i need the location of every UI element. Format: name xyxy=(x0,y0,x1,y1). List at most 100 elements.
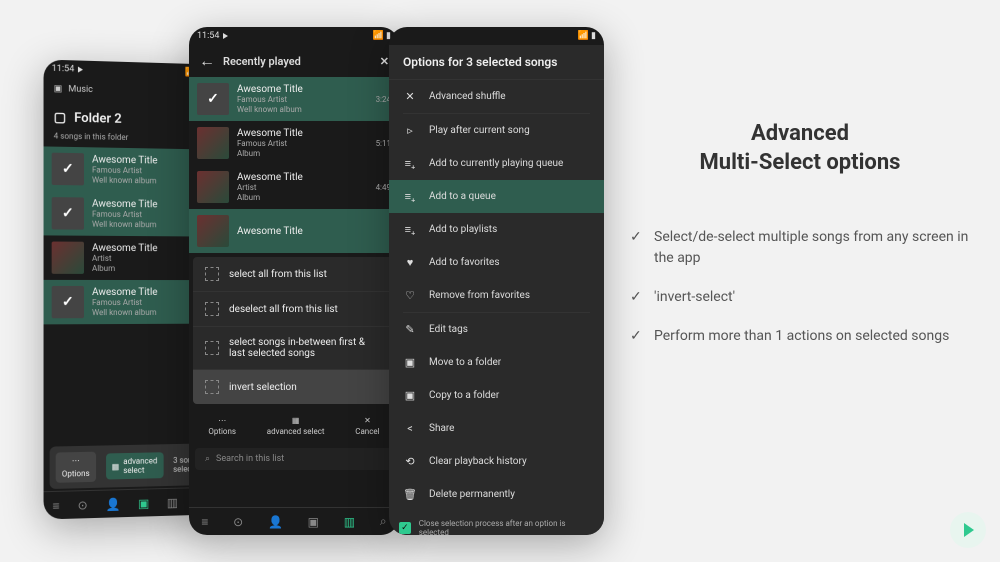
option-label: Clear playback history xyxy=(429,456,527,467)
option-row[interactable]: ≡₊ Add to playlists xyxy=(389,213,604,246)
cancel-button[interactable]: ✕Cancel xyxy=(355,416,379,436)
album-art-icon xyxy=(52,153,84,186)
album-art-icon xyxy=(52,286,84,318)
status-bar: 📶▮ xyxy=(389,27,604,45)
list-item[interactable]: Awesome TitleFamous ArtistWell known alb… xyxy=(44,280,211,324)
select-all-icon xyxy=(205,267,219,281)
checkbox-icon[interactable]: ✓ xyxy=(399,522,411,534)
option-icon: ≡₊ xyxy=(403,190,417,203)
list-item[interactable]: Awesome Title xyxy=(189,209,399,253)
option-row[interactable]: 🗑 Delete permanently xyxy=(389,478,604,511)
search-input[interactable]: ⌕Search in this list xyxy=(195,448,393,470)
album-art-icon xyxy=(197,127,229,159)
advanced-select-button[interactable]: ▦advanced select xyxy=(267,416,325,436)
list-item[interactable]: Awesome TitleArtistAlbum4:49 xyxy=(189,165,399,209)
marketing-panel: Advanced Multi-Select options Select/de-… xyxy=(630,120,970,365)
album-art-icon xyxy=(197,215,229,247)
brand-play-icon xyxy=(950,512,986,548)
status-bar: 11:54 📶▮ xyxy=(189,27,399,45)
option-row[interactable]: ⟲ Clear playback history xyxy=(389,445,604,478)
deselect-all-row[interactable]: deselect all from this list xyxy=(193,292,395,327)
option-label: Move to a folder xyxy=(429,357,501,368)
nav-search-icon[interactable]: ⌕ xyxy=(380,514,387,529)
option-label: Copy to a folder xyxy=(429,390,499,401)
option-label: Advanced shuffle xyxy=(429,91,506,102)
phone-options-panel: 📶▮ Options for 3 selected songs ✕Advance… xyxy=(389,27,604,535)
option-icon: 🗑 xyxy=(403,488,417,501)
option-icon: ✕ xyxy=(403,90,417,103)
option-row[interactable]: ≡₊ Add to currently playing queue xyxy=(389,147,604,180)
shuffle-icon[interactable]: ✕ xyxy=(380,55,389,68)
list-item[interactable]: Awesome TitleFamous ArtistWell known alb… xyxy=(44,191,211,237)
options-panel: Options for 3 selected songs ✕Advanced s… xyxy=(389,45,604,535)
option-label: Delete permanently xyxy=(429,489,515,500)
list-item[interactable]: Awesome TitleFamous ArtistWell known alb… xyxy=(44,146,211,193)
close-after-option-row[interactable]: ✓ Close selection process after an optio… xyxy=(389,511,604,535)
list-item[interactable]: Awesome TitleFamous ArtistWell known alb… xyxy=(189,77,399,121)
select-all-row[interactable]: select all from this list xyxy=(193,257,395,292)
option-label: Add to favorites xyxy=(429,257,500,268)
album-art-icon xyxy=(197,83,229,115)
option-icon: < xyxy=(403,422,417,435)
option-row[interactable]: ✎ Edit tags xyxy=(389,313,604,346)
option-label: Edit tags xyxy=(429,324,468,335)
option-row[interactable]: ▹Play after current song xyxy=(389,114,604,147)
option-label: Play after current song xyxy=(429,125,530,136)
nav-folder-icon[interactable]: ▣ xyxy=(308,515,319,529)
bottom-nav: ≡ ⊙ 👤 ▣ ▥ ⌕ xyxy=(44,487,211,520)
select-between-row[interactable]: select songs in-between first & last sel… xyxy=(193,327,395,370)
folder-icon: ▣ xyxy=(54,84,63,94)
option-label: Share xyxy=(429,423,454,434)
option-label: Remove from favorites xyxy=(429,290,530,301)
option-icon: ≡₊ xyxy=(403,157,417,170)
option-row[interactable]: ♥Add to favorites xyxy=(389,246,604,279)
back-icon[interactable]: ← xyxy=(199,51,215,71)
options-button[interactable]: ⋯Options xyxy=(208,416,236,436)
nav-library-icon[interactable]: ▥ xyxy=(167,495,178,509)
option-icon: ✎ xyxy=(403,323,417,336)
list-item[interactable]: Awesome TitleFamous ArtistAlbum5:11 xyxy=(189,121,399,165)
nav-library-icon[interactable]: ▥ xyxy=(344,515,355,529)
app-header: ← Recently played ✕ xyxy=(189,45,399,77)
option-row[interactable]: ▣ Move to a folder xyxy=(389,346,604,379)
invert-selection-row[interactable]: invert selection xyxy=(193,370,395,404)
list-item[interactable]: Awesome TitleArtistAlbum xyxy=(44,235,211,280)
song-title: Awesome Title xyxy=(237,226,391,237)
marketing-title: Advanced Multi-Select options xyxy=(630,120,970,177)
deselect-all-icon xyxy=(205,302,219,316)
phone-folder-view: 11:54 📶▮ ▣ Music ▢ Folder 2 4 songs in t… xyxy=(44,59,211,519)
option-icon: ▣ xyxy=(403,356,417,369)
options-button[interactable]: ⋯Options xyxy=(56,452,96,483)
album-art-icon xyxy=(52,197,84,230)
play-icon xyxy=(223,33,228,39)
nav-play-icon[interactable]: ⊙ xyxy=(78,498,88,512)
nav-queue-icon[interactable]: ≡ xyxy=(201,515,208,529)
nav-artist-icon[interactable]: 👤 xyxy=(106,497,121,511)
song-title: Awesome Title xyxy=(237,172,368,183)
folder-outline-icon: ▢ xyxy=(54,110,66,125)
advanced-select-button[interactable]: ▦advanced select xyxy=(106,452,164,479)
option-row[interactable]: ✕ Advanced shuffle xyxy=(389,80,604,113)
nav-queue-icon[interactable]: ≡ xyxy=(53,498,60,512)
feature-item: 'invert-select' xyxy=(630,287,970,308)
nav-folder-icon[interactable]: ▣ xyxy=(138,496,149,510)
folder-header: ▢ Folder 2 xyxy=(44,100,211,133)
album-art-icon xyxy=(52,242,84,274)
nav-play-icon[interactable]: ⊙ xyxy=(233,515,243,529)
option-icon: ⟲ xyxy=(403,455,417,468)
option-row[interactable]: < Share xyxy=(389,412,604,445)
feature-list: Select/de-select multiple songs from any… xyxy=(630,227,970,347)
song-title: Awesome Title xyxy=(92,287,203,298)
option-row[interactable]: ▣Copy to a folder xyxy=(389,379,604,412)
option-row[interactable]: ♡ Remove from favorites xyxy=(389,279,604,312)
song-title: Awesome Title xyxy=(237,128,368,139)
option-label: Add to playlists xyxy=(429,224,497,235)
option-row[interactable]: ≡₊Add to a queue xyxy=(389,180,604,213)
advanced-select-menu: select all from this list deselect all f… xyxy=(193,257,395,404)
option-icon: ♡ xyxy=(403,289,417,302)
option-icon: ≡₊ xyxy=(403,223,417,236)
feature-item: Select/de-select multiple songs from any… xyxy=(630,227,970,269)
select-between-icon xyxy=(205,341,219,355)
option-label: Add to currently playing queue xyxy=(429,158,563,169)
nav-artist-icon[interactable]: 👤 xyxy=(268,515,283,529)
